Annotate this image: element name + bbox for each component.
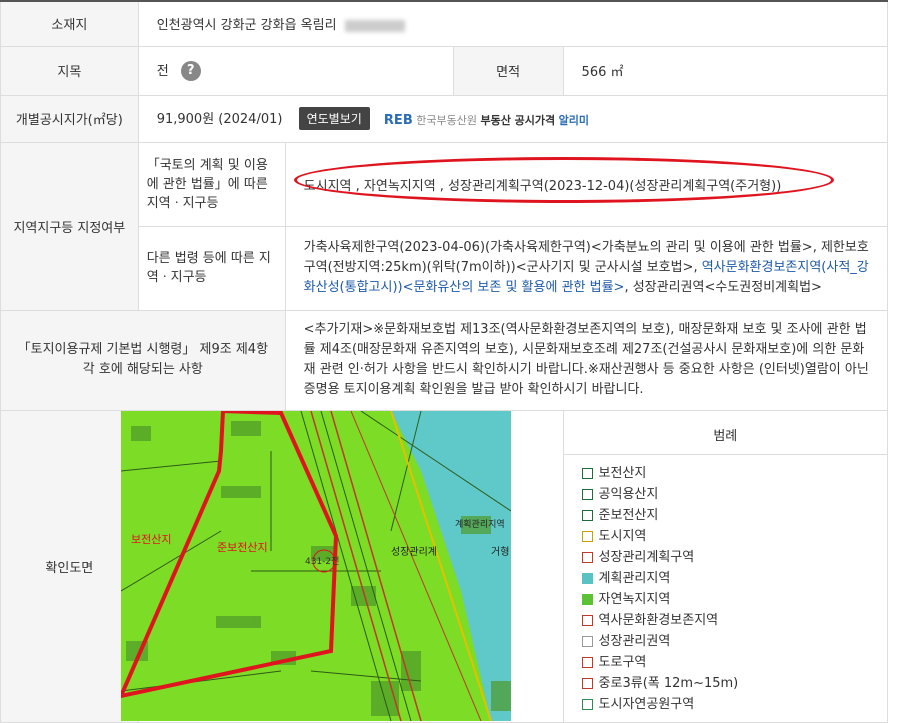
regulation-label: 「토지이용규제 기본법 시행령」 제9조 제4항 각 호에 해당되는 사항 bbox=[0, 309, 286, 411]
reb-link[interactable]: REB 한국부동산원 부동산 공시가격 알리미 bbox=[384, 112, 589, 128]
legend-item: 준보전산지 bbox=[581, 505, 887, 526]
legend: 범례 보전산지공익용산지준보전산지도시지역성장관리계획구역계획관리지역자연녹지지… bbox=[562, 409, 889, 723]
legend-item: 도시지역 bbox=[581, 526, 887, 547]
jimok-value: 전 bbox=[156, 63, 169, 79]
land-map[interactable]: 보전산지 준보전산지 431-2전 성장관리계 계획관리지역 거형 bbox=[120, 411, 511, 721]
highlight-oval bbox=[293, 156, 834, 203]
map-label-bojeon: 보전산지 bbox=[131, 533, 171, 546]
map-label-plan: 계획관리지역 bbox=[455, 518, 505, 530]
legend-swatch bbox=[581, 614, 593, 626]
map-label: 확인도면 bbox=[0, 409, 139, 723]
redacted-lot-number bbox=[344, 19, 405, 32]
legend-label: 성장관리권역 bbox=[598, 633, 671, 649]
reb-logo: REB bbox=[383, 112, 413, 128]
legend-swatch bbox=[581, 509, 593, 521]
map-label-suffix: 거형 bbox=[491, 546, 509, 558]
legend-item: 공익용산지 bbox=[581, 484, 887, 505]
legend-item: 보전산지 bbox=[581, 463, 887, 484]
area-label: 면적 bbox=[452, 45, 564, 96]
legend-label: 성장관리계획구역 bbox=[598, 549, 695, 565]
map-label-parcel: 431-2전 bbox=[305, 556, 339, 567]
legend-label: 도시자연공원구역 bbox=[598, 696, 695, 712]
legend-label: 중로3류(폭 12m~15m) bbox=[598, 675, 739, 691]
location-value: 인천광역시 강화군 강화읍 옥림리 bbox=[156, 18, 337, 34]
legend-label: 역사문화환경보존지역 bbox=[598, 612, 719, 628]
legend-label: 준보전산지 bbox=[598, 507, 659, 523]
legend-swatch bbox=[581, 467, 593, 479]
legend-label: 자연녹지지역 bbox=[598, 591, 671, 607]
zoning-sub1-label: 「국토의 계획 및 이용에 관한 법률」에 따른 지역ㆍ지구등 bbox=[137, 141, 286, 227]
price-value: 91,900원 (2024/01) bbox=[156, 112, 283, 127]
zoning-sub2-label: 다른 법령 등에 따른 지역ㆍ지구등 bbox=[137, 225, 286, 311]
legend-swatch bbox=[581, 635, 593, 647]
reb-text: 한국부동산원 bbox=[416, 113, 477, 127]
legend-item: 자연녹지지역 bbox=[581, 589, 887, 610]
legend-item: 계획관리지역 bbox=[581, 568, 887, 589]
land-use-table: 소재지 인천광역시 강화군 강화읍 옥림리 지목 전 ? 면적 566 ㎡ 개별… bbox=[0, 0, 889, 723]
legend-label: 계획관리지역 bbox=[598, 570, 671, 586]
map-label-junbojeon: 준보전산지 bbox=[217, 541, 268, 554]
legend-label: 보전산지 bbox=[598, 465, 647, 481]
legend-swatch bbox=[581, 593, 593, 605]
legend-swatch bbox=[581, 488, 593, 500]
map-area[interactable]: 보전산지 준보전산지 431-2전 성장관리계 계획관리지역 거형 bbox=[120, 409, 564, 723]
legend-item: 도시자연공원구역 bbox=[581, 694, 887, 715]
legend-item: 역사문화환경보존지역 bbox=[581, 610, 887, 631]
location-label: 소재지 bbox=[0, 0, 139, 47]
legend-list: 보전산지공익용산지준보전산지도시지역성장관리계획구역계획관리지역자연녹지지역역사… bbox=[564, 455, 887, 715]
legend-swatch bbox=[581, 530, 593, 542]
legend-label: 도시지역 bbox=[598, 528, 647, 544]
area-value: 566 ㎡ bbox=[562, 45, 889, 96]
legend-label: 공익용산지 bbox=[598, 486, 659, 502]
help-icon[interactable]: ? bbox=[180, 61, 201, 82]
legend-item: 성장관리계획구역 bbox=[581, 547, 887, 568]
zoning-label: 지역지구등 지정여부 bbox=[0, 141, 139, 311]
reb-service: 부동산 공시가격 bbox=[480, 113, 556, 127]
year-view-button[interactable]: 연도별보기 bbox=[298, 107, 370, 130]
zoning-sub2-text2: , 성장관리권역<수도권정비계획법> bbox=[624, 280, 822, 295]
legend-swatch bbox=[581, 677, 593, 689]
legend-swatch bbox=[581, 572, 593, 584]
legend-swatch bbox=[581, 698, 593, 710]
jimok-label: 지목 bbox=[0, 45, 139, 96]
legend-title: 범례 bbox=[563, 411, 887, 455]
legend-item: 중로3류(폭 12m~15m) bbox=[581, 673, 887, 694]
legend-swatch bbox=[581, 551, 593, 563]
legend-swatch bbox=[581, 656, 593, 668]
price-label: 개별공시지가(㎡당) bbox=[0, 94, 139, 143]
legend-item: 도로구역 bbox=[581, 652, 887, 673]
regulation-value: <추가기재>※문화재보호법 제13조(역사문화환경보존지역의 보호), 매장문화… bbox=[284, 309, 889, 411]
map-label-growth: 성장관리계 bbox=[391, 546, 437, 558]
legend-item: 성장관리권역 bbox=[581, 631, 887, 652]
legend-label: 도로구역 bbox=[598, 654, 647, 670]
reb-app: 알리미 bbox=[558, 113, 590, 127]
